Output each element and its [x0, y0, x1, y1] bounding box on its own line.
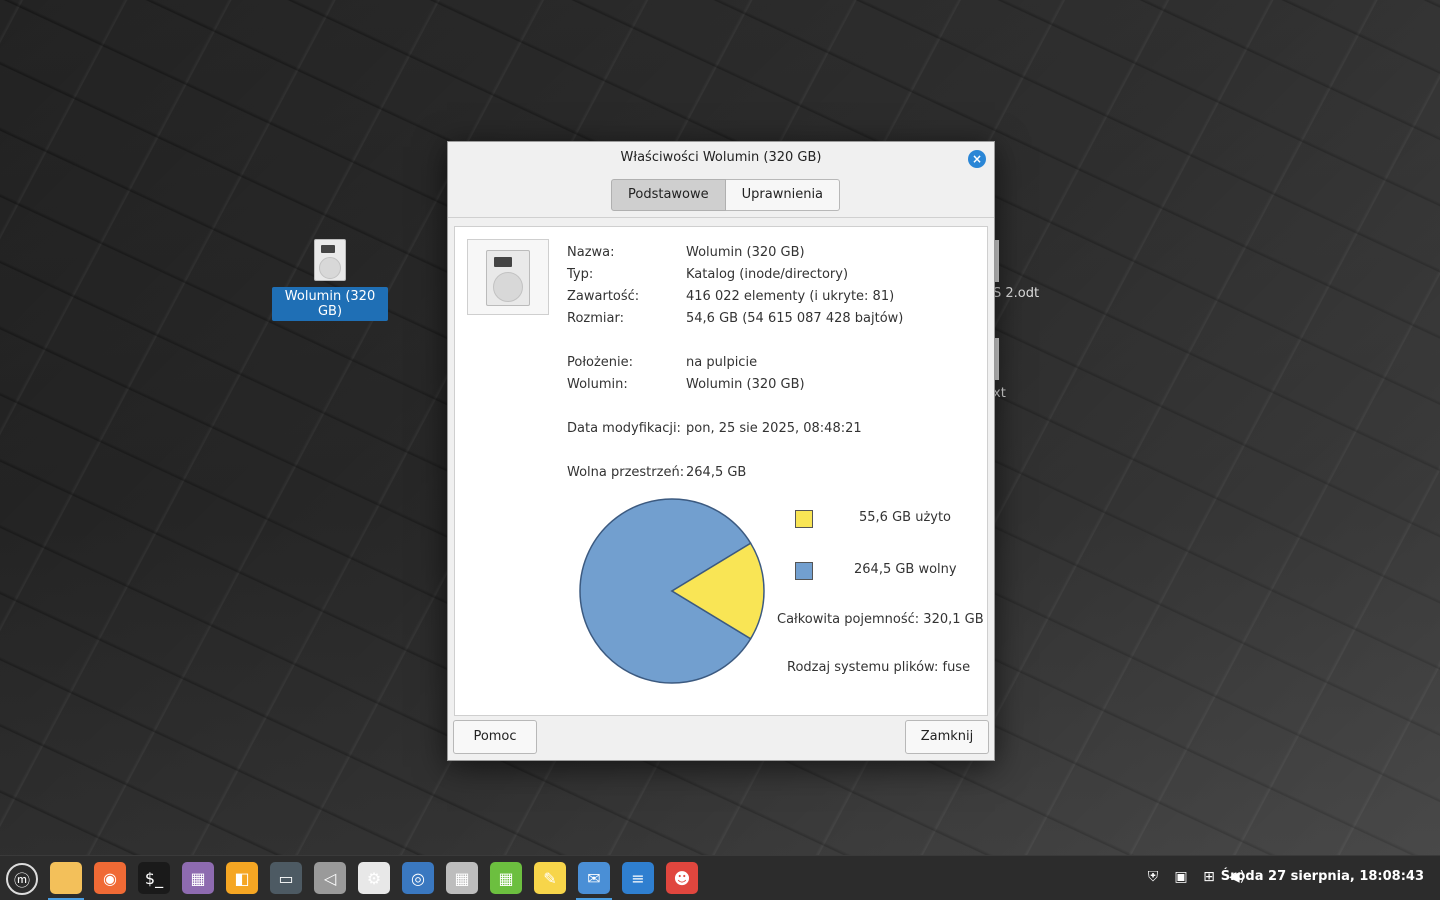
used-legend-label: 55,6 GB użyto: [859, 510, 952, 525]
name-value: Wolumin (320 GB): [686, 245, 805, 260]
modified-label: Data modyfikacji:: [567, 421, 681, 436]
total-capacity-label: Całkowita pojemność: 320,1 GB: [777, 612, 984, 627]
divider: [448, 217, 994, 218]
terminal-icon[interactable]: $_: [138, 862, 170, 894]
libreoffice-icon[interactable]: ◧: [226, 862, 258, 894]
mintinstall-icon[interactable]: ▦: [182, 862, 214, 894]
size-value: 54,6 GB (54 615 087 428 bajtów): [686, 311, 904, 326]
file-icon-box[interactable]: [467, 239, 549, 315]
files-icon[interactable]: [48, 862, 84, 900]
screenshot-icon[interactable]: ◎: [402, 862, 434, 894]
mail-icon[interactable]: ✉: [576, 862, 612, 900]
free-space-value: 264,5 GB: [686, 465, 747, 480]
location-label: Położenie:: [567, 355, 634, 370]
close-icon[interactable]: ×: [968, 150, 986, 168]
used-legend-swatch: [795, 510, 813, 528]
clock[interactable]: Środa 27 sierpnia, 18:08:43: [1221, 869, 1424, 884]
name-label: Nazwa:: [567, 245, 615, 260]
desktop-icon-label: Wolumin (320 GB): [272, 287, 388, 321]
properties-panel: Nazwa: Wolumin (320 GB) Typ: Katalog (in…: [454, 226, 988, 716]
shield-icon[interactable]: ⛨: [1144, 868, 1162, 886]
filesystem-type-label: Rodzaj systemu plików: fuse: [787, 660, 971, 675]
usage-pie-chart: [579, 498, 765, 684]
free-legend-label: 264,5 GB wolny: [854, 562, 957, 577]
notes-icon[interactable]: ✎: [534, 862, 566, 894]
taskbar: ⓜ ◉ $_ ▦ ◧ ▭ ◁ ⚙ ◎ ▦ ▦ ✎ ✉ ≡ ☻ ⛨ ▣ ⊞ ◀) Środa 27 sierp…: [0, 855, 1440, 900]
volume-label: Wolumin:: [567, 377, 628, 392]
close-button[interactable]: Zamknij: [905, 720, 989, 754]
contents-label: Zawartość:: [567, 289, 640, 304]
firefox-icon[interactable]: ◉: [94, 862, 126, 894]
tab-permissions[interactable]: Uprawnienia: [725, 179, 841, 211]
menu-icon[interactable]: ⓜ: [6, 863, 38, 895]
free-space-label: Wolna przestrzeń:: [567, 465, 685, 480]
network-icon[interactable]: ⊞: [1200, 868, 1218, 886]
free-legend-swatch: [795, 562, 813, 580]
contents-value: 416 022 elementy (i ukryte: 81): [686, 289, 895, 304]
drive-icon: [314, 239, 346, 281]
desktop-icon-volume[interactable]: Wolumin (320 GB): [272, 239, 388, 321]
apps-icon[interactable]: ▦: [446, 862, 478, 894]
tab-bar: Podstawowe Uprawnienia: [611, 179, 841, 211]
gimp-icon[interactable]: ☻: [666, 862, 698, 894]
drive-icon: [486, 250, 530, 306]
type-label: Typ:: [567, 267, 594, 282]
properties-dialog: Właściwości Wolumin (320 GB) × Podstawow…: [447, 141, 995, 761]
partial-file-label[interactable]: S 2.odt: [993, 286, 1039, 301]
size-label: Rozmiar:: [567, 311, 624, 326]
dialog-button-bar: Pomoc Zamknij: [448, 714, 994, 760]
type-value: Katalog (inode/directory): [686, 267, 849, 282]
display-icon[interactable]: ▭: [270, 862, 302, 894]
calc-icon[interactable]: ▦: [490, 862, 522, 894]
sound-icon[interactable]: ◁: [314, 862, 346, 894]
help-button[interactable]: Pomoc: [453, 720, 537, 754]
tab-basic[interactable]: Podstawowe: [611, 179, 726, 211]
update-icon[interactable]: ▣: [1172, 868, 1190, 886]
dialog-title: Właściwości Wolumin (320 GB): [620, 150, 822, 165]
writer-icon[interactable]: ≡: [622, 862, 654, 894]
modified-value: pon, 25 sie 2025, 08:48:21: [686, 421, 862, 436]
settings-icon[interactable]: ⚙: [358, 862, 390, 894]
location-value: na pulpicie: [686, 355, 758, 370]
volume-value: Wolumin (320 GB): [686, 377, 805, 392]
